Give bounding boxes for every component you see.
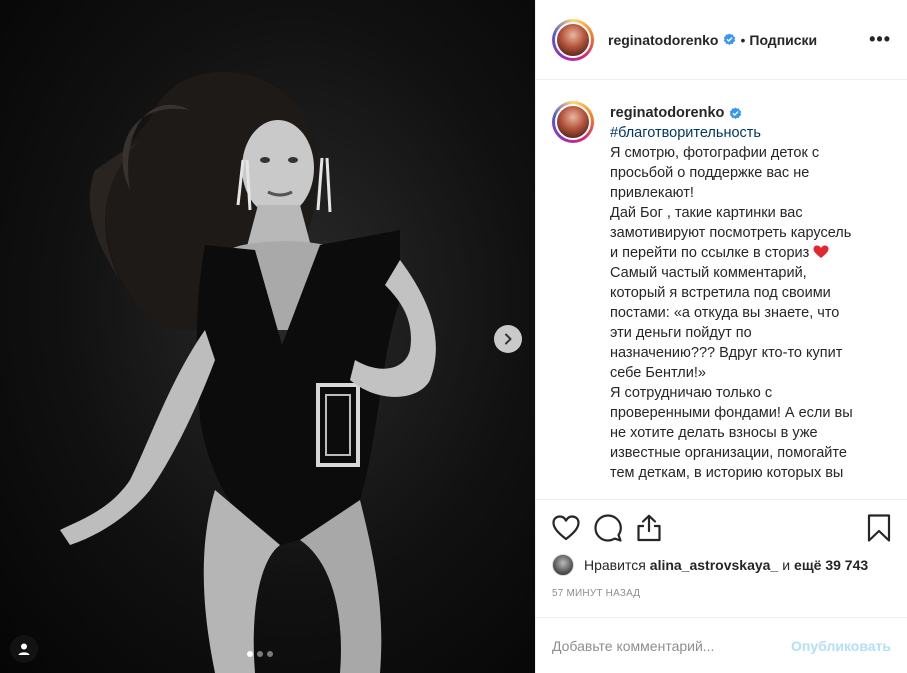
- red-heart-emoji-icon: [813, 245, 829, 258]
- more-options-button[interactable]: •••: [869, 29, 891, 50]
- save-button[interactable]: [867, 514, 891, 542]
- caption-line: проверенными фондами! А если вы: [610, 405, 853, 421]
- add-comment-section: Опубликовать: [536, 617, 907, 673]
- like-button[interactable]: [552, 515, 580, 541]
- carousel-dot-1: [247, 651, 253, 657]
- comment-icon: [594, 514, 622, 542]
- header-avatar[interactable]: [552, 18, 594, 61]
- chevron-right-icon: [505, 333, 512, 345]
- carousel-next-button[interactable]: [494, 325, 522, 353]
- caption-avatar[interactable]: [552, 101, 594, 143]
- likes-prefix: Нравится: [584, 557, 646, 573]
- caption-line: просьбой о поддержке вас не: [610, 165, 810, 181]
- caption-row: reginatodorenko #благотворительность Я с…: [552, 101, 891, 483]
- publish-button[interactable]: Опубликовать: [791, 638, 891, 654]
- caption-line: Я сотрудничаю только с: [610, 385, 773, 401]
- likes-summary: Нравится alina_astrovskaya_ и ещё 39 743: [536, 544, 907, 576]
- caption-line: Самый частый комментарий,: [610, 265, 807, 281]
- caption-scroll-area[interactable]: reginatodorenko #благотворительность Я с…: [536, 81, 907, 499]
- verified-badge-icon: [730, 106, 742, 119]
- post-actions: Нравится alina_astrovskaya_ и ещё 39 743…: [536, 499, 907, 599]
- caption-line: постами: «а откуда вы знаете, что: [610, 305, 840, 321]
- instagram-post: reginatodorenko • Подписки ••• reginatod…: [0, 0, 907, 673]
- caption-line: привлекают!: [610, 185, 694, 201]
- carousel-dot-2: [257, 651, 263, 657]
- header-separator: •: [740, 31, 746, 48]
- likes-count[interactable]: ещё 39 743: [794, 557, 868, 573]
- following-button[interactable]: Подписки: [749, 32, 817, 48]
- user-tag-icon: [18, 643, 30, 655]
- user-tags-button[interactable]: [10, 635, 38, 663]
- caption-line-with-heart: и перейти по ссылке в сториз: [610, 243, 853, 263]
- bookmark-icon: [867, 514, 891, 542]
- caption-line: назначению??? Вдруг кто-то купит: [610, 345, 843, 361]
- action-icons-row: [536, 500, 907, 544]
- comment-input[interactable]: [552, 637, 792, 654]
- caption-line: Дай Бог , такие картинки вас: [610, 205, 803, 221]
- likes-and: и: [782, 557, 791, 573]
- caption-line: Я смотрю, фотографии деток с: [610, 145, 820, 161]
- caption-line: который я встретила под своими: [610, 285, 831, 301]
- comment-button[interactable]: [594, 514, 622, 542]
- caption-username-row: reginatodorenko: [610, 103, 853, 123]
- post-side-panel: reginatodorenko • Подписки ••• reginatod…: [535, 0, 907, 673]
- liker-username[interactable]: alina_astrovskaya_: [650, 557, 778, 573]
- caption-line: не хотите делать взносы в уже: [610, 425, 818, 441]
- heart-icon: [552, 515, 580, 541]
- carousel-indicator: [247, 651, 273, 657]
- verified-badge-icon: [724, 33, 736, 45]
- caption-line: известные организации, помогайте: [610, 445, 847, 461]
- caption-hashtag[interactable]: #благотворительность: [610, 123, 853, 143]
- caption-line: эти деньги пойдут по: [610, 325, 752, 341]
- post-timestamp[interactable]: 57 МИНУТ НАЗАД: [536, 576, 907, 599]
- carousel-dot-3: [267, 651, 273, 657]
- caption-line: и перейти по ссылке в сториз: [610, 245, 810, 261]
- caption-line: тем деткам, в историю которых вы: [610, 465, 844, 481]
- liker-avatar[interactable]: [552, 554, 574, 576]
- caption-text: reginatodorenko #благотворительность Я с…: [610, 101, 853, 483]
- avatar: [555, 21, 591, 58]
- share-button[interactable]: [636, 514, 662, 542]
- post-header: reginatodorenko • Подписки •••: [536, 0, 907, 80]
- caption-username[interactable]: reginatodorenko: [610, 103, 724, 123]
- post-photo[interactable]: [0, 0, 535, 673]
- caption-line: замотивируют посмотреть карусель: [610, 225, 852, 241]
- avatar: [555, 104, 591, 140]
- share-icon: [637, 514, 661, 542]
- photo-illustration: [60, 71, 436, 673]
- caption-line: себе Бентли!»: [610, 365, 706, 381]
- header-username[interactable]: reginatodorenko: [608, 32, 718, 48]
